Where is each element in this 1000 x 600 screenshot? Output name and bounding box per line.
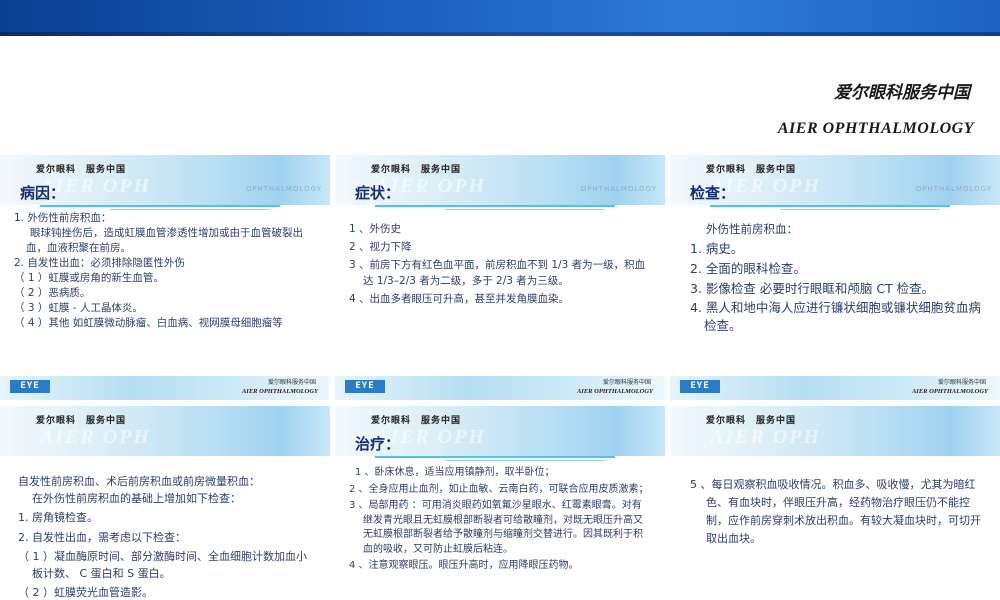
slide-treatment-continued[interactable]: 爱尔眼科 服务中国 AIER OPH 5 、每日观察积血吸收情况。积血多、吸收慢…: [670, 406, 1000, 600]
text-line: 3 、局部用药 ：可用消炎眼药如氧氟沙星眼水、红霉素眼膏。对有继发青光眼且无虹膜…: [349, 500, 643, 555]
slide-header-brand: 爱尔眼科 服务中国: [36, 416, 127, 426]
text-line: 1. 房角镜检查。: [18, 511, 98, 524]
eye-logo-icon: EYE: [10, 380, 50, 393]
text-line: 2. 全面的眼科检查。: [690, 261, 806, 276]
slide-header-watermark-right: OPHTHALMOLOGY: [245, 185, 322, 193]
slide-body: 1. 外伤性前房积血： 眼球钝挫伤后，造成虹膜血管渗透性增加或由于血管破裂出血，…: [14, 211, 314, 331]
title-underline-thin: [110, 209, 270, 210]
text-line: （ 4 ）其他 如虹膜微动脉瘤、白血病、视网膜母细胞瘤等: [14, 317, 283, 329]
slide-title: 病因：: [20, 184, 66, 202]
slide-header-brand: 爱尔眼科 服务中国: [706, 416, 797, 426]
text-line: 在外伤性前房积血的基础上增加如下检查：: [32, 491, 241, 505]
title-underline-thin: [445, 460, 605, 461]
text-line: （ 2 ）虹膜荧光血管造影。: [18, 586, 153, 599]
top-banner: [0, 0, 1000, 36]
text-line: （ 3 ）虹膜 - 人工晶体炎。: [14, 302, 143, 314]
slide-header-brand: 爱尔眼科 服务中国: [371, 416, 462, 426]
slide-title: 检查：: [690, 184, 736, 202]
slide-body: 外伤性前房积血： 1. 病史。 2. 全面的眼科检查。 3. 影像检查 必要时行…: [684, 219, 984, 335]
slide-exam-spontaneous[interactable]: 爱尔眼科 服务中国 AIER OPH 自发性前房积血、术后前房积血或前房微量积血…: [0, 406, 330, 600]
slide-header: 爱尔眼科 服务中国 AIER OPH: [0, 406, 330, 456]
eye-logo-icon: EYE: [680, 380, 720, 393]
title-underline: [375, 456, 615, 458]
slide-header-watermark: AIER OPH: [40, 426, 152, 448]
text-line: 2. 自发性出血，需考虑以下检查：: [18, 530, 186, 544]
text-line: （ 1 ）凝血酶原时间、部分激酶时间、全血细胞计数加血小板计数、 C 蛋白和 S…: [18, 550, 307, 580]
slide-footer: EYE 爱尔眼科服务中国 AIER OPHTHALMOLOGY: [0, 376, 330, 400]
title-underline: [710, 205, 950, 207]
slide-body: 自发性前房积血、术后前房积血或前房微量积血： 在外伤性前房积血的基础上增加如下检…: [18, 474, 314, 600]
slide-header-brand: 爱尔眼科 服务中国: [36, 165, 127, 175]
eye-logo-icon: EYE: [345, 380, 385, 393]
text-line: 4 、出血多者眼压可升高，甚至并发角膜血染。: [349, 293, 570, 305]
footer-brand-en: AIER OPHTHALMOLOGY: [911, 388, 988, 395]
slide-header-watermark-right: OPHTHALMOLOGY: [580, 185, 657, 193]
slide-header-brand: 爱尔眼科 服务中国: [706, 165, 797, 175]
footer-brand-cn: 爱尔眼科服务中国: [937, 379, 986, 386]
slide-causes[interactable]: 爱尔眼科 服务中国 AIER OPH OPHTHALMOLOGY 病因： 1. …: [0, 155, 330, 400]
footer-brand-cn: 爱尔眼科服务中国: [267, 379, 316, 386]
title-underline: [375, 205, 615, 207]
slide-title: 治疗：: [355, 435, 401, 453]
text-line: 3. 影像检查 必要时行眼眶和颅脑 CT 检查。: [690, 281, 935, 296]
slide-body: 1 、外伤史 2 、视力下降 3 、前房下方有红色血平面，前房积血不到 1/3 …: [349, 221, 649, 307]
text-line: 外伤性前房积血：: [706, 222, 798, 236]
footer-brand-en: AIER OPHTHALMOLOGY: [241, 388, 318, 395]
slide-title: 症状：: [355, 184, 401, 202]
title-underline: [40, 205, 280, 207]
slide-body: 5 、每日观察积血吸收情况。积血多、吸收慢，尤其为暗红色、有血块时，伴眼压升高，…: [690, 476, 984, 548]
text-line: 2 、视力下降: [349, 241, 412, 253]
slide-header-watermark: AIER OPH: [710, 426, 822, 448]
slide-header: 爱尔眼科 服务中国 AIER OPH: [670, 406, 1000, 456]
text-line: （ 1 ）虹膜或房角的新生血管。: [14, 272, 164, 284]
text-line: 2 、全身应用止血剂，如止血敏、云南白药，可联合应用皮质激素；: [349, 483, 649, 495]
slide-symptoms[interactable]: 爱尔眼科 服务中国 AIER OPH OPHTHALMOLOGY 症状： 1 、…: [335, 155, 665, 400]
slide-header-brand: 爱尔眼科 服务中国: [371, 165, 462, 175]
text-line: 2. 自发性出血：必须排除隐匿性外伤: [14, 257, 185, 269]
text-line: 自发性前房积血、术后前房积血或前房微量积血：: [18, 475, 260, 488]
text-line: 1 、外伤史: [349, 223, 402, 235]
slide-header-watermark-right: OPHTHALMOLOGY: [915, 185, 992, 193]
brand-chinese: 爱尔眼科服务中国: [834, 83, 970, 103]
slide-footer: EYE 爱尔眼科服务中国 AIER OPHTHALMOLOGY: [335, 376, 665, 400]
slide-footer: EYE 爱尔眼科服务中国 AIER OPHTHALMOLOGY: [670, 376, 1000, 400]
slide-treatment[interactable]: 爱尔眼科 服务中国 AIER OPH 治疗： 1 、卧床休息，适当应用镇静剂，取…: [335, 406, 665, 600]
text-line: 1. 病史。: [690, 241, 744, 256]
text-line: 1. 外伤性前房积血：: [14, 212, 112, 224]
text-line: 5 、每日观察积血吸收情况。积血多、吸收慢，尤其为暗红色、有血块时，伴眼压升高，…: [690, 478, 981, 545]
text-line: 4 、注意观察眼压。眼压升高时，应用降眼压药物。: [349, 560, 579, 571]
text-line: 4. 黑人和地中海人应进行镰状细胞或镰状细胞贫血病检查。: [690, 300, 981, 333]
slide-examination[interactable]: 爱尔眼科 服务中国 AIER OPH OPHTHALMOLOGY 检查： 外伤性…: [670, 155, 1000, 400]
title-underline-thin: [445, 209, 605, 210]
text-line: 1 、卧床休息，适当应用镇静剂，取半卧位；: [355, 467, 555, 478]
brand-english: AIER OPHTHALMOLOGY: [777, 120, 974, 137]
title-underline-thin: [780, 209, 940, 210]
text-line: 眼球钝挫伤后，造成虹膜血管渗透性增加或由于血管破裂出血，血液积聚在前房。: [26, 227, 303, 254]
footer-brand-cn: 爱尔眼科服务中国: [602, 379, 651, 386]
text-line: （ 2 ）恶病质。: [14, 287, 91, 299]
slide-body: 1 、卧床休息，适当应用镇静剂，取半卧位； 2 、全身应用止血剂，如止血敏、云南…: [349, 466, 649, 574]
footer-brand-en: AIER OPHTHALMOLOGY: [576, 388, 653, 395]
text-line: 3 、前房下方有红色血平面，前房积血不到 1/3 者为一级，积血达 1/3–2/…: [349, 259, 646, 287]
